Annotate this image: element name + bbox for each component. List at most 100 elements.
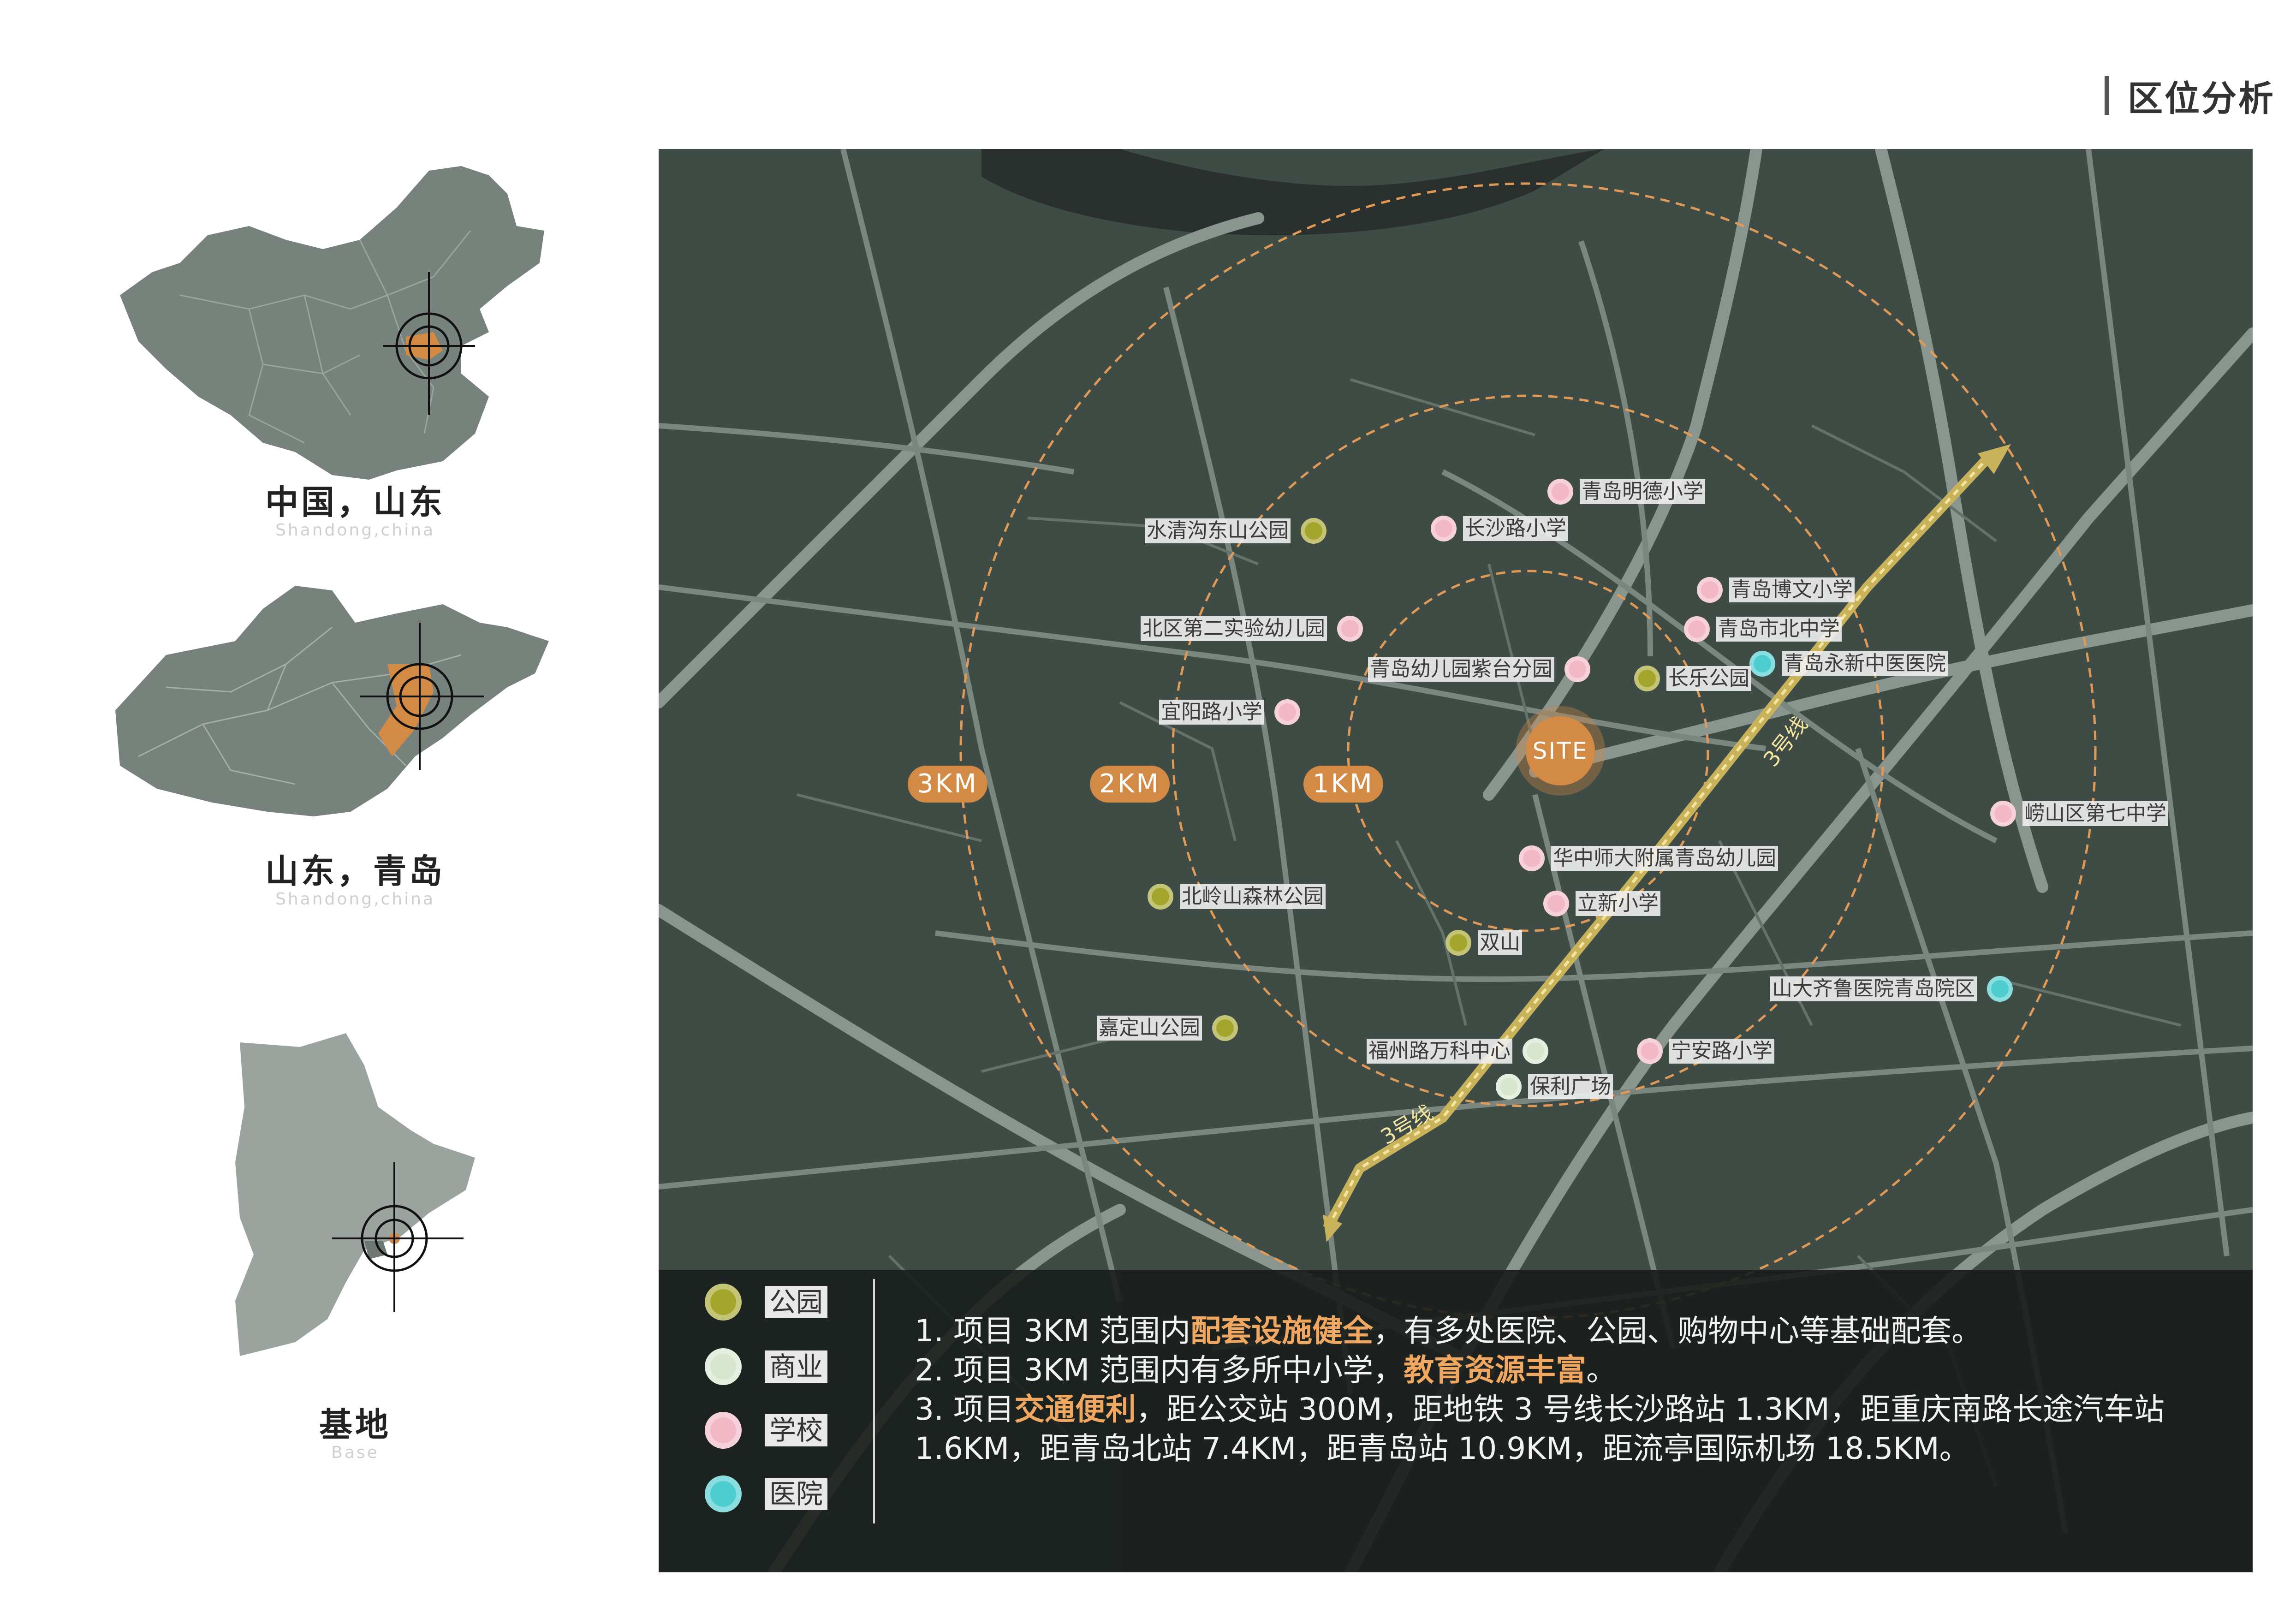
poi-label: 水清沟东山公园 <box>1145 518 1291 543</box>
poi-qingdao-mingde-primary: 青岛明德小学 <box>1547 479 1705 505</box>
commercial-dot <box>1496 1074 1522 1100</box>
note-highlight: 交通便利 <box>1014 1392 1136 1427</box>
school-dot <box>1519 845 1545 871</box>
poi-yiyang-road-primary: 宜阳路小学 <box>1159 699 1300 725</box>
note-highlight: 配套设施健全 <box>1190 1313 1374 1349</box>
page-header: 区位分析 <box>2105 75 2275 119</box>
poi-label: 华中师大附属青岛幼儿园 <box>1551 846 1778 871</box>
legend-divider <box>873 1279 875 1523</box>
school-dot <box>1274 699 1300 725</box>
poi-fuzhou-road-vanke: 福州路万科中心 <box>1367 1038 1548 1064</box>
poi-label: 立新小学 <box>1576 891 1660 916</box>
poi-label: 北区第二实验幼儿园 <box>1141 616 1327 641</box>
poi-yongxin-tcm-hospital: 青岛永新中医医院 <box>1749 651 1948 677</box>
school-dot <box>1543 891 1569 916</box>
legend-label: 商业 <box>765 1350 828 1383</box>
poi-label: 青岛明德小学 <box>1580 479 1705 504</box>
caption-china-title: 中国，山东 <box>265 482 445 522</box>
hospital-legend-dot <box>705 1475 742 1512</box>
poi-label: 福州路万科中心 <box>1367 1039 1512 1064</box>
park-legend-dot <box>705 1284 742 1321</box>
note-text: 1. 项目 3KM 范围内 <box>915 1313 1191 1349</box>
poi-label: 双山 <box>1478 930 1522 955</box>
caption-shandong-sub: Shandong,china <box>275 890 435 909</box>
header-bar <box>2105 76 2109 115</box>
poi-shuiqinggou-park: 水清沟东山公园 <box>1145 518 1326 544</box>
poi-poly-plaza: 保利广场 <box>1496 1074 1613 1100</box>
school-dot <box>1337 616 1363 642</box>
poi-label: 北岭山森林公园 <box>1180 884 1326 909</box>
poi-zitai-kindergarten: 青岛幼儿园紫台分园 <box>1368 656 1590 682</box>
caption-shandong-title: 山东，青岛 <box>265 851 445 891</box>
poi-label: 青岛博文小学 <box>1729 577 1855 602</box>
poi-label: 崂山区第七中学 <box>2022 801 2168 826</box>
poi-label: 青岛市北中学 <box>1716 617 1842 642</box>
poi-label: 保利广场 <box>1528 1074 1613 1099</box>
commercial-legend-dot <box>705 1348 742 1385</box>
legend-item-hospital: 医院 <box>705 1475 828 1512</box>
park-dot <box>1445 930 1471 956</box>
poi-beiqu-kindergarten: 北区第二实验幼儿园 <box>1141 616 1363 642</box>
school-dot <box>1547 479 1573 505</box>
school-dot <box>1697 577 1723 603</box>
note-text: 2. 项目 3KM 范围内有多所中小学， <box>915 1352 1404 1388</box>
poi-label: 长乐公园 <box>1666 666 1751 691</box>
school-dot <box>1564 656 1590 682</box>
legend-label: 学校 <box>765 1414 828 1446</box>
site-marker: SITE <box>1526 716 1595 785</box>
ring-badge-1km: 1KM <box>1303 766 1383 803</box>
park-dot <box>1212 1015 1238 1041</box>
poi-shuangshan: 双山 <box>1445 930 1522 956</box>
note-line-2: 2. 项目 3KM 范围内有多所中小学，教育资源丰富。 <box>915 1350 2243 1390</box>
poi-qingdao-shibei-middle: 青岛市北中学 <box>1684 616 1842 642</box>
poi-label: 长沙路小学 <box>1463 516 1568 541</box>
poi-label: 山大齐鲁医院青岛院区 <box>1770 976 1977 1001</box>
caption-base-title: 基地 <box>319 1405 391 1444</box>
poi-qilu-hospital: 山大齐鲁医院青岛院区 <box>1770 976 2013 1002</box>
location-map: 3号线 3号线 3KM 2KM 1KM SITE 青岛明德小学 长沙路小学 水清… <box>659 149 2253 1572</box>
park-dot <box>1301 518 1326 544</box>
poi-huazhong-kindergarten: 华中师大附属青岛幼儿园 <box>1519 845 1778 871</box>
note-line-3: 3. 项目交通便利，距公交站 300M，距地铁 3 号线长沙路站 1.3KM，距… <box>915 1390 2243 1468</box>
poi-lixin-primary: 立新小学 <box>1543 891 1660 916</box>
school-legend-dot <box>705 1412 742 1449</box>
commercial-dot <box>1523 1038 1548 1064</box>
poi-ningan-road-primary: 宁安路小学 <box>1637 1038 1774 1064</box>
poi-jiadingshan-park: 嘉定山公园 <box>1097 1015 1238 1041</box>
caption-shandong: 山东，青岛 Shandong,china <box>194 844 517 909</box>
caption-china-sub: Shandong,china <box>275 521 435 540</box>
base-map <box>235 1033 475 1356</box>
caption-base-sub: Base <box>331 1443 379 1462</box>
note-line-1: 1. 项目 3KM 范围内配套设施健全，有多处医院、公园、购物中心等基础配套。 <box>915 1311 2243 1350</box>
school-dot <box>1431 516 1457 541</box>
note-highlight: 教育资源丰富 <box>1404 1352 1587 1388</box>
poi-label: 宁安路小学 <box>1669 1039 1774 1064</box>
poi-changsha-road-primary: 长沙路小学 <box>1431 516 1568 541</box>
shandong-map <box>115 586 549 816</box>
legend-item-school: 学校 <box>705 1412 828 1449</box>
china-map <box>120 166 544 480</box>
poi-label: 嘉定山公园 <box>1097 1016 1202 1041</box>
caption-china: 中国，山东 Shandong,china <box>194 475 517 540</box>
poi-label: 青岛幼儿园紫台分园 <box>1368 657 1554 682</box>
school-dot <box>1637 1038 1663 1064</box>
note-text: 3. 项目 <box>915 1392 1014 1427</box>
caption-base: 基地 Base <box>194 1398 517 1462</box>
school-dot <box>1990 801 2016 827</box>
legend-label: 公园 <box>765 1286 828 1318</box>
park-dot <box>1634 666 1660 691</box>
poi-laoshan-no7-middle: 崂山区第七中学 <box>1990 801 2168 827</box>
school-dot <box>1684 616 1710 642</box>
poi-changle-park: 长乐公园 <box>1634 666 1751 691</box>
legend-item-park: 公园 <box>705 1284 828 1321</box>
poi-qingdao-bowen-primary: 青岛博文小学 <box>1697 577 1855 603</box>
ring-badge-2km: 2KM <box>1090 766 1170 803</box>
note-text: ，有多处医院、公园、购物中心等基础配套。 <box>1373 1313 1982 1349</box>
legend-panel: 公园 商业 学校 医院 1. 项目 3KM 范围内配套设施健全，有多处医院、公园… <box>659 1270 2253 1572</box>
note-text: 。 <box>1586 1352 1617 1388</box>
page-title: 区位分析 <box>2128 78 2275 119</box>
hospital-dot <box>1749 651 1775 677</box>
legend-label: 医院 <box>765 1478 828 1510</box>
analysis-notes: 1. 项目 3KM 范围内配套设施健全，有多处医院、公园、购物中心等基础配套。 … <box>915 1311 2243 1468</box>
poi-beiling-forest-park: 北岭山森林公园 <box>1148 884 1326 910</box>
